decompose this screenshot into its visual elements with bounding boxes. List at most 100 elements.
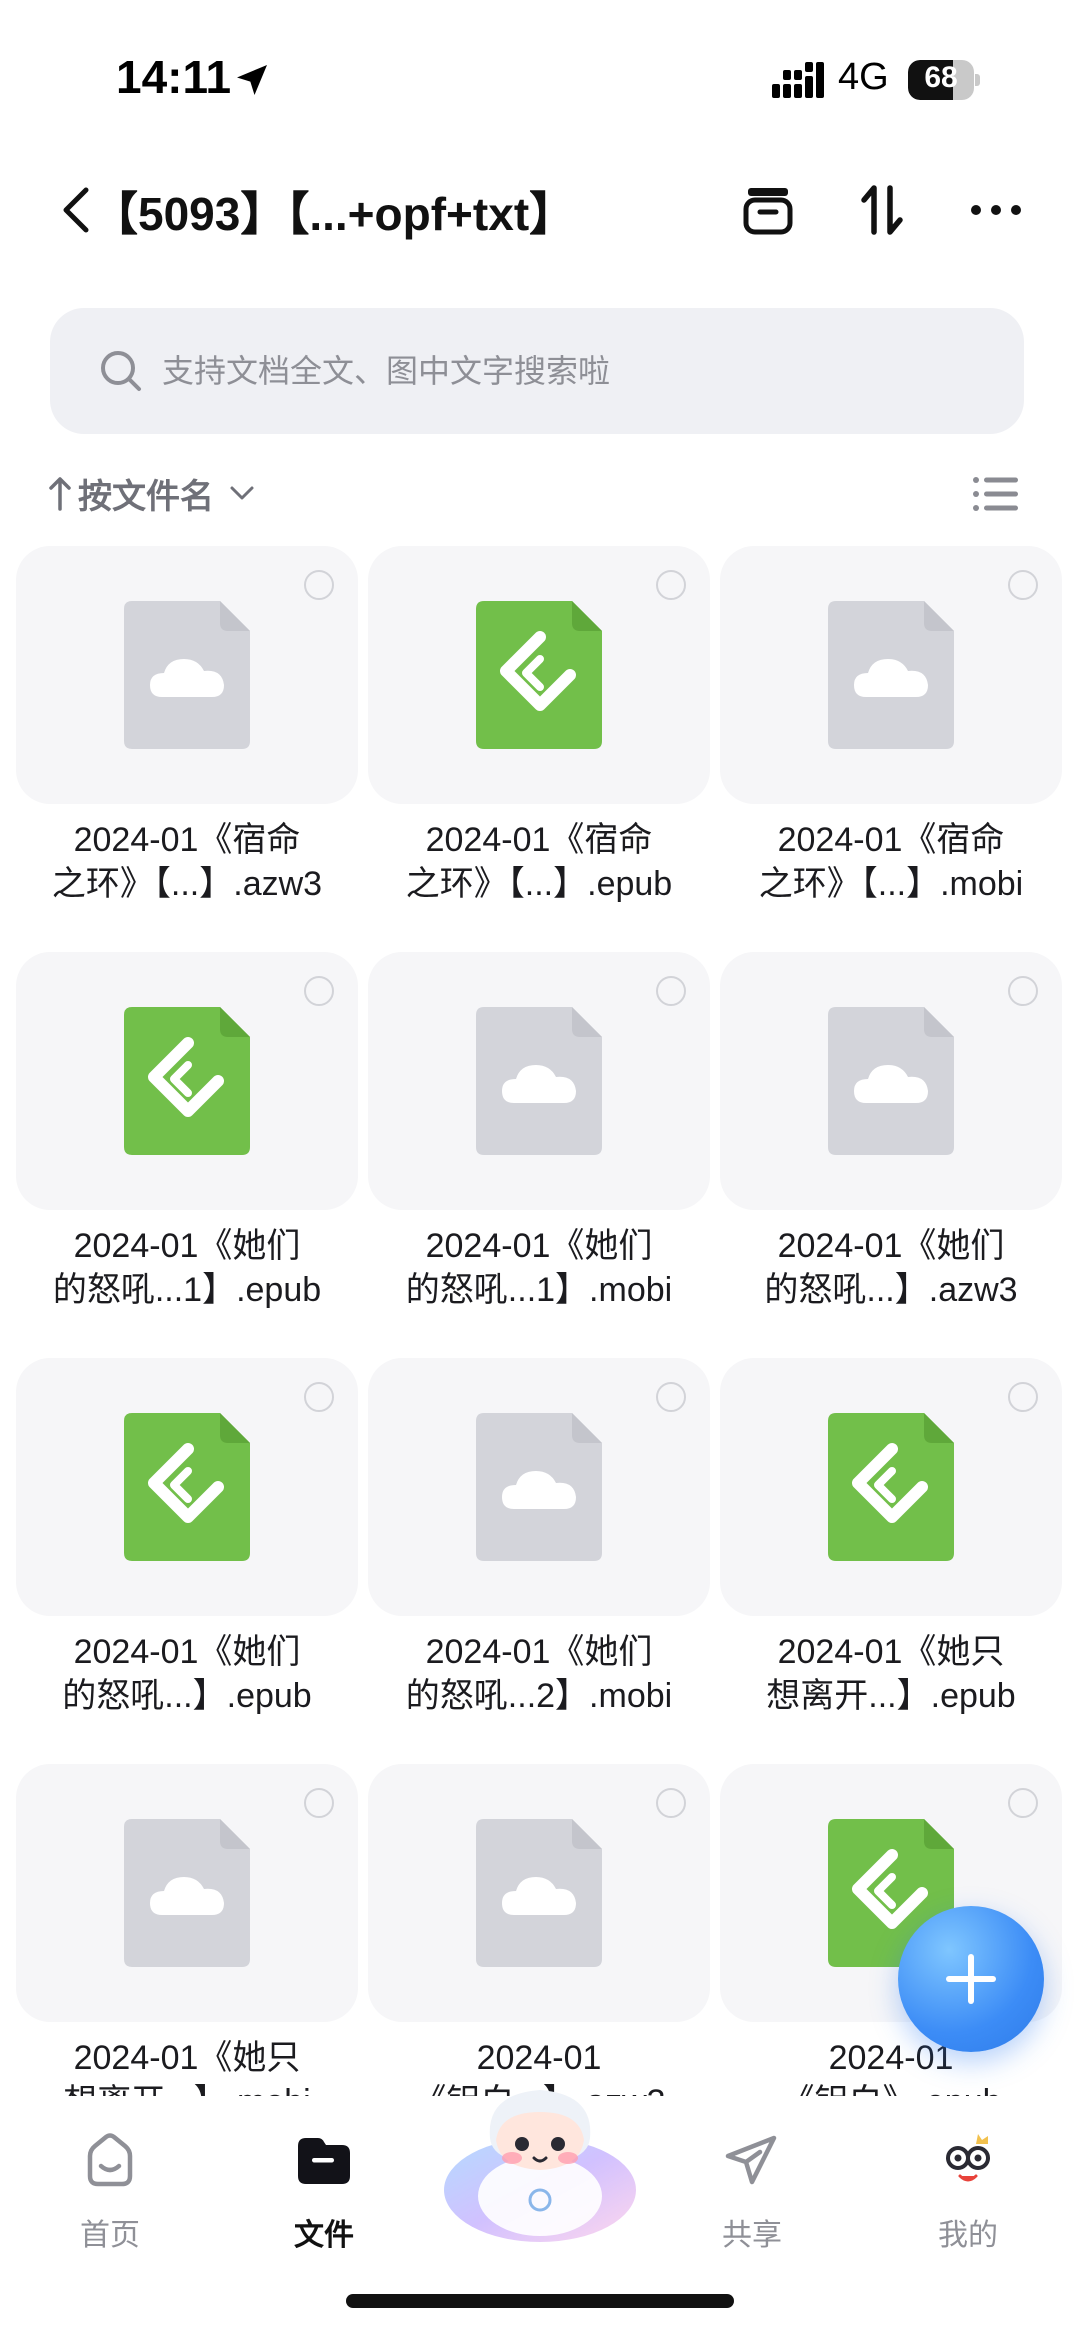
file-name: 2024-01《她们 的怒吼...2】.mobi [362, 1630, 716, 1718]
select-checkbox[interactable] [304, 1382, 334, 1412]
file-name-line: 2024-01《她们 [73, 1227, 301, 1265]
file-thumbnail[interactable] [368, 952, 710, 1210]
file-name-line: 想离开...】.mobi [16, 2080, 364, 2096]
select-checkbox[interactable] [304, 570, 334, 600]
file-thumbnail[interactable] [720, 952, 1062, 1210]
file-name-line: 2024-01《她们 [777, 1227, 1005, 1265]
cloud-file-icon [124, 601, 250, 749]
home-icon [87, 2133, 133, 2187]
epub-file-icon [124, 1007, 250, 1155]
page-title: 【5093】【...+opf+txt】 [92, 188, 576, 240]
chevron-down-icon [230, 486, 254, 500]
status-time: 14:11 [116, 51, 232, 103]
file-name: 2024-01《她只 想离开...】.epub [714, 1630, 1064, 1718]
file-name-line: 的怒吼...1】.mobi [405, 1271, 673, 1309]
file-card[interactable]: 2024-01《她们 的怒吼...】.azw3 [720, 952, 1062, 1332]
file-thumbnail[interactable] [16, 952, 358, 1210]
cloud-file-icon [828, 601, 954, 749]
file-name-line: 2024-01《宿命 [777, 821, 1005, 859]
file-card[interactable]: 2024-01《宿命 之环》【...】.azw3 [16, 546, 358, 926]
epub-file-icon [476, 601, 602, 749]
file-thumbnail[interactable] [16, 546, 358, 804]
file-name-line: 2024-01《她只 [73, 2039, 301, 2077]
file-name: 2024-01《宿命 之环》【...】.mobi [714, 818, 1064, 906]
file-name-line: 2024-01《她只 [777, 1633, 1005, 1671]
file-thumbnail[interactable] [720, 546, 1062, 804]
tab-share[interactable]: 共享 [692, 2130, 812, 2270]
file-name-line: 2024-01 [476, 2039, 602, 2077]
back-chevron-icon[interactable] [56, 182, 96, 238]
file-card[interactable]: 2024-01《她只想离开...】.mobi [16, 1764, 358, 2096]
file-card[interactable]: 2024-01《钽白...】.azw3 [368, 1764, 710, 2096]
tab-home-label: 首页 [80, 2219, 140, 2252]
file-name-line: 想离开...】.epub [766, 1677, 1016, 1715]
file-name-line: 的怒吼...1】.epub [52, 1271, 322, 1309]
file-name: 2024-01《宿命 之环》【...】.azw3 [16, 818, 364, 906]
sort-by-filename-button[interactable]: 按文件名 [48, 468, 258, 518]
select-checkbox[interactable] [656, 1788, 686, 1818]
file-card[interactable]: 2024-01《她们 的怒吼...】.epub [16, 1358, 358, 1738]
cellular-signal-icon [772, 62, 824, 98]
sort-label: 按文件名 [78, 477, 214, 516]
file-name-line: 的怒吼...2】.mobi [405, 1677, 673, 1715]
file-card[interactable]: 2024-01《她们 的怒吼...2】.mobi [368, 1358, 710, 1738]
select-checkbox[interactable] [304, 1788, 334, 1818]
status-bar: 14:11 4G 68 [0, 0, 1080, 150]
file-card[interactable]: 2024-01《宿命 之环》【...】.epub [368, 546, 710, 926]
select-checkbox[interactable] [656, 976, 686, 1006]
file-name-line: 2024-01《宿命 [425, 821, 653, 859]
list-view-icon[interactable] [972, 474, 1020, 514]
file-name-line: 之环》【...】.epub [405, 865, 673, 903]
select-checkbox[interactable] [1008, 976, 1038, 1006]
file-thumbnail[interactable] [16, 1358, 358, 1616]
search-input[interactable] [162, 338, 982, 404]
file-card[interactable]: 2024-01《她们 的怒吼...1】.epub [16, 952, 358, 1332]
file-name: 2024-01《她们 的怒吼...】.epub [16, 1630, 364, 1718]
tab-home[interactable]: 首页 [50, 2130, 170, 2270]
file-thumbnail[interactable] [368, 1764, 710, 2022]
file-name-line: 2024-01《她们 [425, 1227, 653, 1265]
file-name: 2024-01《她只想离开...】.mobi [16, 2036, 364, 2096]
folder-icon [298, 2138, 350, 2184]
archive-icon[interactable] [738, 180, 798, 240]
tab-share-label: 共享 [722, 2219, 782, 2252]
file-name: 2024-01《她们 的怒吼...1】.mobi [362, 1224, 716, 1312]
file-name-line: 《钽白》.epub [714, 2080, 1064, 2096]
nav-bar: 【5093】【...+opf+txt】 [0, 160, 1080, 260]
file-card[interactable]: 2024-01《她们 的怒吼...1】.mobi [368, 952, 710, 1332]
tab-files[interactable]: 文件 [264, 2130, 384, 2270]
select-checkbox[interactable] [1008, 1382, 1038, 1412]
sort-icon[interactable] [852, 180, 912, 240]
select-checkbox[interactable] [304, 976, 334, 1006]
select-checkbox[interactable] [1008, 1788, 1038, 1818]
select-checkbox[interactable] [1008, 570, 1038, 600]
epub-file-icon [124, 1413, 250, 1561]
location-arrow-icon [237, 65, 267, 95]
ai-assistant-mascot-icon[interactable] [440, 2078, 640, 2248]
network-type: 4G [838, 56, 889, 98]
file-name-line: 之环》【...】.azw3 [51, 865, 323, 903]
more-options-icon[interactable] [966, 180, 1026, 240]
cloud-file-icon [828, 1007, 954, 1155]
file-thumbnail[interactable] [16, 1764, 358, 2022]
file-name-line: 2024-01《她们 [73, 1633, 301, 1671]
file-name-line: 的怒吼...】.azw3 [764, 1271, 1018, 1309]
file-name-line: 2024-01 [828, 2039, 954, 2077]
sort-row: 按文件名 [0, 460, 1080, 526]
search-bar[interactable] [50, 308, 1024, 434]
file-name-line: 2024-01《她们 [425, 1633, 653, 1671]
file-card[interactable]: 2024-01《宿命 之环》【...】.mobi [720, 546, 1062, 926]
file-thumbnail[interactable] [720, 1358, 1062, 1616]
file-name-line: 之环》【...】.mobi [758, 865, 1024, 903]
add-button[interactable] [898, 1906, 1044, 2052]
cloud-file-icon [476, 1007, 602, 1155]
tab-me[interactable]: 我的 [908, 2130, 1028, 2270]
battery-icon: 68 [908, 60, 980, 100]
file-thumbnail[interactable] [368, 546, 710, 804]
select-checkbox[interactable] [656, 570, 686, 600]
tab-files-label: 文件 [294, 2219, 354, 2252]
select-checkbox[interactable] [656, 1382, 686, 1412]
cloud-file-icon [476, 1413, 602, 1561]
file-thumbnail[interactable] [368, 1358, 710, 1616]
file-card[interactable]: 2024-01《她只 想离开...】.epub [720, 1358, 1062, 1738]
